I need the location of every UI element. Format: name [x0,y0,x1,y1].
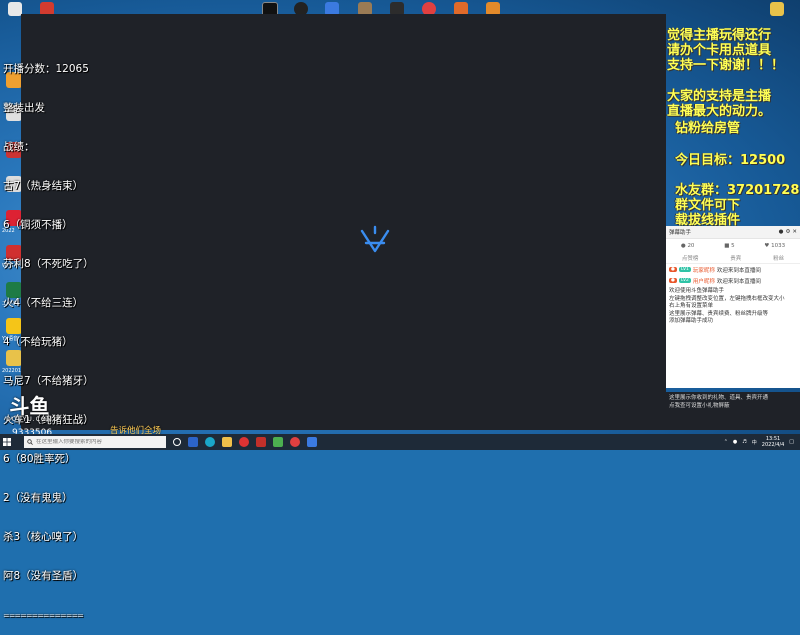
windows-icon [3,438,11,446]
record-entry: 阿8（没有圣盾） [3,570,84,582]
record-entry: 马尼7（不给猪牙） [3,375,94,387]
tray-chevron-icon[interactable]: ⌃ [724,439,728,445]
app-icon[interactable] [307,437,317,447]
notification-icon[interactable]: □ [789,439,794,445]
panel-title: 弹幕助手 [669,230,692,236]
record-entry: 6（铜须不播） [3,219,73,231]
user-name[interactable]: 玩家昵称 [693,266,715,274]
panel-stats: ● 20 ■ 5 ♥ 1033 [666,239,800,253]
volume-icon[interactable]: ♬ [742,439,746,445]
danmaku-assistant-panel[interactable]: 弹幕助手 ● ⚙ ✕ ● 20 ■ 5 ♥ 1033 点赞榜 贵宾 粉丝 ● L… [666,226,800,388]
chat-message: ● LV2 用户昵称 欢迎来到本直播间 [666,275,800,286]
promo-line: 支持一下谢谢！！！ [667,58,785,73]
record-entry: 4（不给玩猪） [3,336,73,348]
help-line: 添加弹幕助手成功 [669,318,714,325]
record-entry: 杀3（核心嗅了） [3,531,84,543]
user-name[interactable]: 用户昵称 [693,277,715,285]
loading-logo-icon [360,225,390,253]
tab-fans[interactable]: 粉丝 [773,254,784,262]
system-clock[interactable]: 13:51 2022/4/4 [762,436,784,448]
gift-icon: ■ [724,243,730,249]
panel-body: 欢迎使用斗鱼弹幕助手 左键拖拽调整改变位置，左键拖拽右框改变大小 右上角有设置菜… [666,286,800,328]
level-badge: ● [669,278,677,283]
tab-vip[interactable]: 贵宾 [730,254,741,262]
record-entry: 火4（不给三连） [3,297,84,309]
stat-value: 20 [687,243,695,249]
record-entry: 6（80胜率死） [3,453,76,465]
heart-icon: ♥ [764,243,770,249]
game-window[interactable] [21,14,666,430]
network-icon[interactable]: ● [733,439,737,445]
divider-line: ============== [3,611,84,620]
system-tray: ⌃ ● ♬ 中 13:51 2022/4/4 □ [724,436,800,448]
chat-text: 欢迎来到本直播间 [716,267,761,274]
record-label: 战绩： [3,141,35,153]
notice-line: 这里展示你收到的礼物、道具、贵宾开通 [669,395,769,401]
level-badge: LV1 [678,267,691,272]
taskbar-search[interactable] [24,436,166,448]
desktop-shortcut-icon[interactable] [770,2,784,16]
ime-icon[interactable]: 中 [752,439,757,446]
settings-icon[interactable]: ⚙ [785,229,790,235]
widgets-icon[interactable] [188,437,198,447]
close-icon[interactable]: ✕ [792,229,797,235]
search-icon [27,439,33,445]
help-line: 右上角有设置菜单 [669,303,714,310]
daily-target: 今日目标：12500 [675,153,786,168]
panel-tabs: 点赞榜 贵宾 粉丝 [666,253,800,264]
record-entry: 芬利8（不死吃了） [3,258,94,270]
record-entry: 古7（热身结束） [3,180,84,192]
panel-header[interactable]: 弹幕助手 ● ⚙ ✕ [666,226,800,239]
promo-line: 钻粉给房管 [675,121,741,136]
lock-icon[interactable]: ● [779,229,784,235]
gift-notice-panel[interactable]: 这里展示你收到的礼物、道具、贵宾开通 点我查可设置小礼物屏蔽 [666,392,800,430]
stat-value: 1033 [771,243,786,249]
tab-likes[interactable]: 点赞榜 [682,254,699,262]
taskbar: ⌃ ● ♬ 中 13:51 2022/4/4 □ [0,434,800,450]
search-input[interactable] [36,439,156,445]
help-line: 欢迎使用斗鱼弹幕助手 [669,288,725,294]
start-button[interactable] [0,434,14,450]
level-badge: LV2 [678,278,691,283]
app-icon[interactable] [239,437,249,447]
app-icon[interactable] [290,437,300,447]
stat-value: 5 [731,243,735,249]
viewer-icon: ● [680,243,686,249]
score-overlay: 开播分数：12065 整装出发 战绩： 古7（热身结束） 6（铜须不播） 芬利8… [3,37,94,635]
edge-icon[interactable] [205,437,215,447]
chat-text: 欢迎来到本直播间 [716,278,761,285]
app-icon[interactable] [273,437,283,447]
chat-message: ● LV1 玩家昵称 欢迎来到本直播间 [666,264,800,275]
douyu-logo: 斗鱼 DOUYU.COM [6,394,53,423]
desktop-shortcut-icon[interactable] [8,2,22,16]
stream-status: 整装出发 [3,102,45,114]
notice-line[interactable]: 点我查可设置小礼物屏蔽 [669,402,797,410]
level-badge: ● [669,267,677,272]
app-icon[interactable] [256,437,266,447]
task-view-icon[interactable] [173,438,181,446]
file-explorer-icon[interactable] [222,437,232,447]
score-label: 开播分数：12065 [3,63,89,75]
record-entry: 2（没有鬼鬼） [3,492,73,504]
